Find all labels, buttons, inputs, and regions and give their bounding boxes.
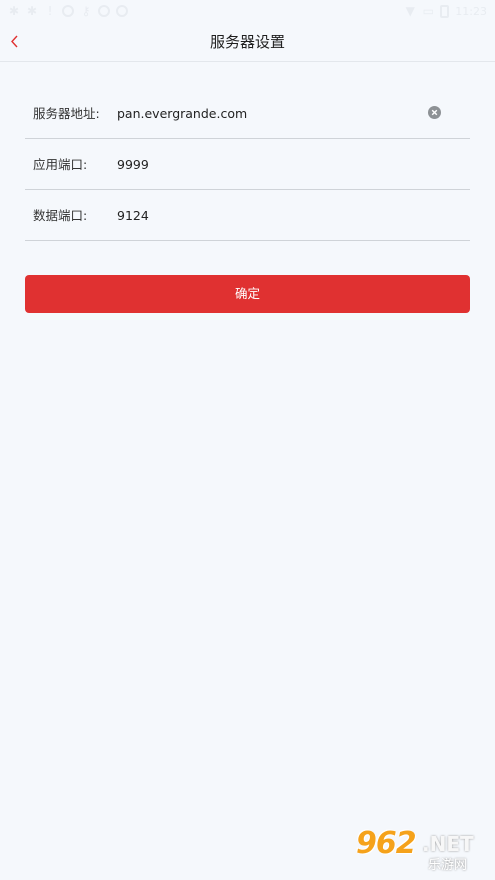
watermark-number: 962: [356, 826, 417, 861]
server-address-row: 服务器地址:: [25, 88, 470, 139]
key-icon: ⚷: [81, 4, 91, 18]
status-icons-left: ✱ ✱ ! ⚷: [8, 5, 128, 17]
nav-bar: 服务器设置: [0, 22, 495, 62]
wifi-icon: ▼: [405, 4, 415, 18]
app-icon: [62, 5, 74, 17]
data-port-label: 数据端口:: [33, 208, 88, 223]
server-address-label: 服务器地址:: [33, 106, 100, 121]
sim-icon: ▭: [422, 4, 434, 18]
app-port-row: 应用端口:: [25, 139, 470, 190]
data-port-input[interactable]: [117, 202, 422, 229]
status-time: 11:23: [455, 4, 487, 18]
shield-icon: [98, 5, 110, 17]
status-bar: ✱ ✱ ! ⚷ ▼ ▭ 11:23: [0, 0, 495, 22]
page-title: 服务器设置: [209, 33, 285, 51]
watermark-logo: 962 .NET 乐游网: [352, 826, 487, 874]
app-port-label: 应用端口:: [33, 157, 88, 172]
server-settings-form: 服务器地址: 应用端口: 数据端口:: [25, 88, 470, 241]
clear-button[interactable]: [428, 106, 441, 119]
server-address-input[interactable]: [117, 100, 422, 127]
data-port-row: 数据端口:: [25, 190, 470, 241]
alert-icon: !: [47, 4, 53, 18]
clear-icon: [431, 109, 438, 116]
sync-icon: [116, 5, 128, 17]
confirm-button[interactable]: 确定: [25, 275, 470, 313]
notification-icon: ✱: [8, 4, 20, 18]
status-icons-right: ▼ ▭ 11:23: [404, 4, 487, 18]
app-port-input[interactable]: [117, 151, 422, 178]
bluetooth-icon: ✱: [26, 4, 38, 18]
watermark-suffix: .NET: [422, 832, 474, 856]
battery-icon: [440, 4, 450, 18]
watermark-subtitle: 乐游网: [428, 858, 468, 873]
